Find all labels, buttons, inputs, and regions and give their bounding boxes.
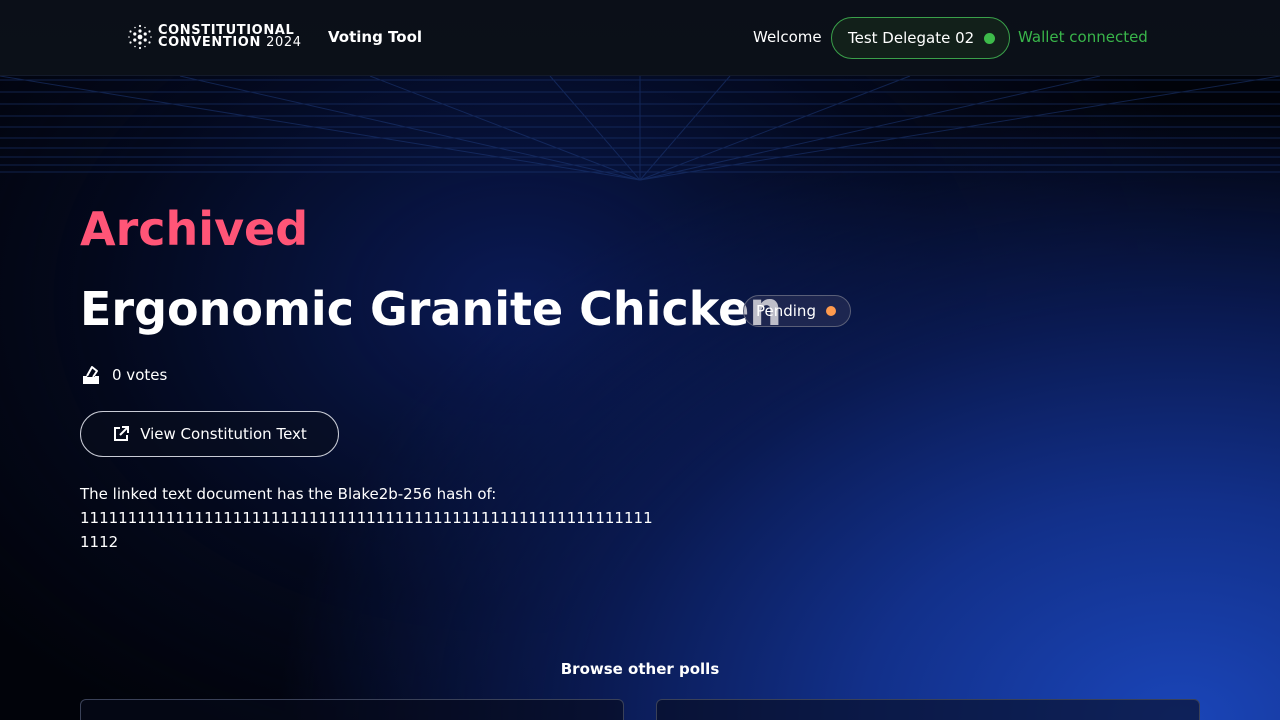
user-name: Test Delegate 02 [848,29,975,47]
logo-year: 2024 [266,35,302,50]
logo[interactable]: CONSTITUTIONAL CONVENTION 2024 [128,24,302,50]
vote-count-label: 0 votes [112,366,168,384]
external-link-icon [114,426,130,441]
view-constitution-label: View Constitution Text [140,425,307,443]
status-badge-label: Pending [756,302,816,320]
logo-line2: CONVENTION 2024 [158,35,302,50]
logo-line2-word: CONVENTION [158,35,261,50]
ballot-box-icon [83,366,99,384]
vote-count: 0 votes [80,364,167,386]
top-bar: CONSTITUTIONAL CONVENTION 2024 Voting To… [0,0,1280,76]
poll-card[interactable] [656,699,1200,720]
pending-dot-icon [825,306,836,316]
poll-status-heading: Archived [80,202,309,256]
view-constitution-button[interactable]: View Constitution Text [80,411,339,457]
nav-title[interactable]: Voting Tool [328,28,422,46]
logo-text: CONSTITUTIONAL CONVENTION 2024 [158,24,302,50]
status-badge: Pending [743,295,851,327]
connected-dot-icon [984,32,996,44]
hash-value: 1111111111111111111111111111111111111111… [80,509,653,551]
poll-title: Ergonomic Granite Chicken [80,282,783,336]
hash-info: The linked text document has the Blake2b… [80,482,660,554]
poll-card[interactable] [80,699,624,720]
cardano-logo-icon [128,24,152,50]
user-account-button[interactable]: Test Delegate 02 [831,17,1010,59]
hash-label: The linked text document has the Blake2b… [80,485,497,503]
browse-polls-heading: Browse other polls [560,660,720,678]
welcome-text: Welcome [753,28,822,46]
wallet-status: Wallet connected [1018,28,1148,46]
